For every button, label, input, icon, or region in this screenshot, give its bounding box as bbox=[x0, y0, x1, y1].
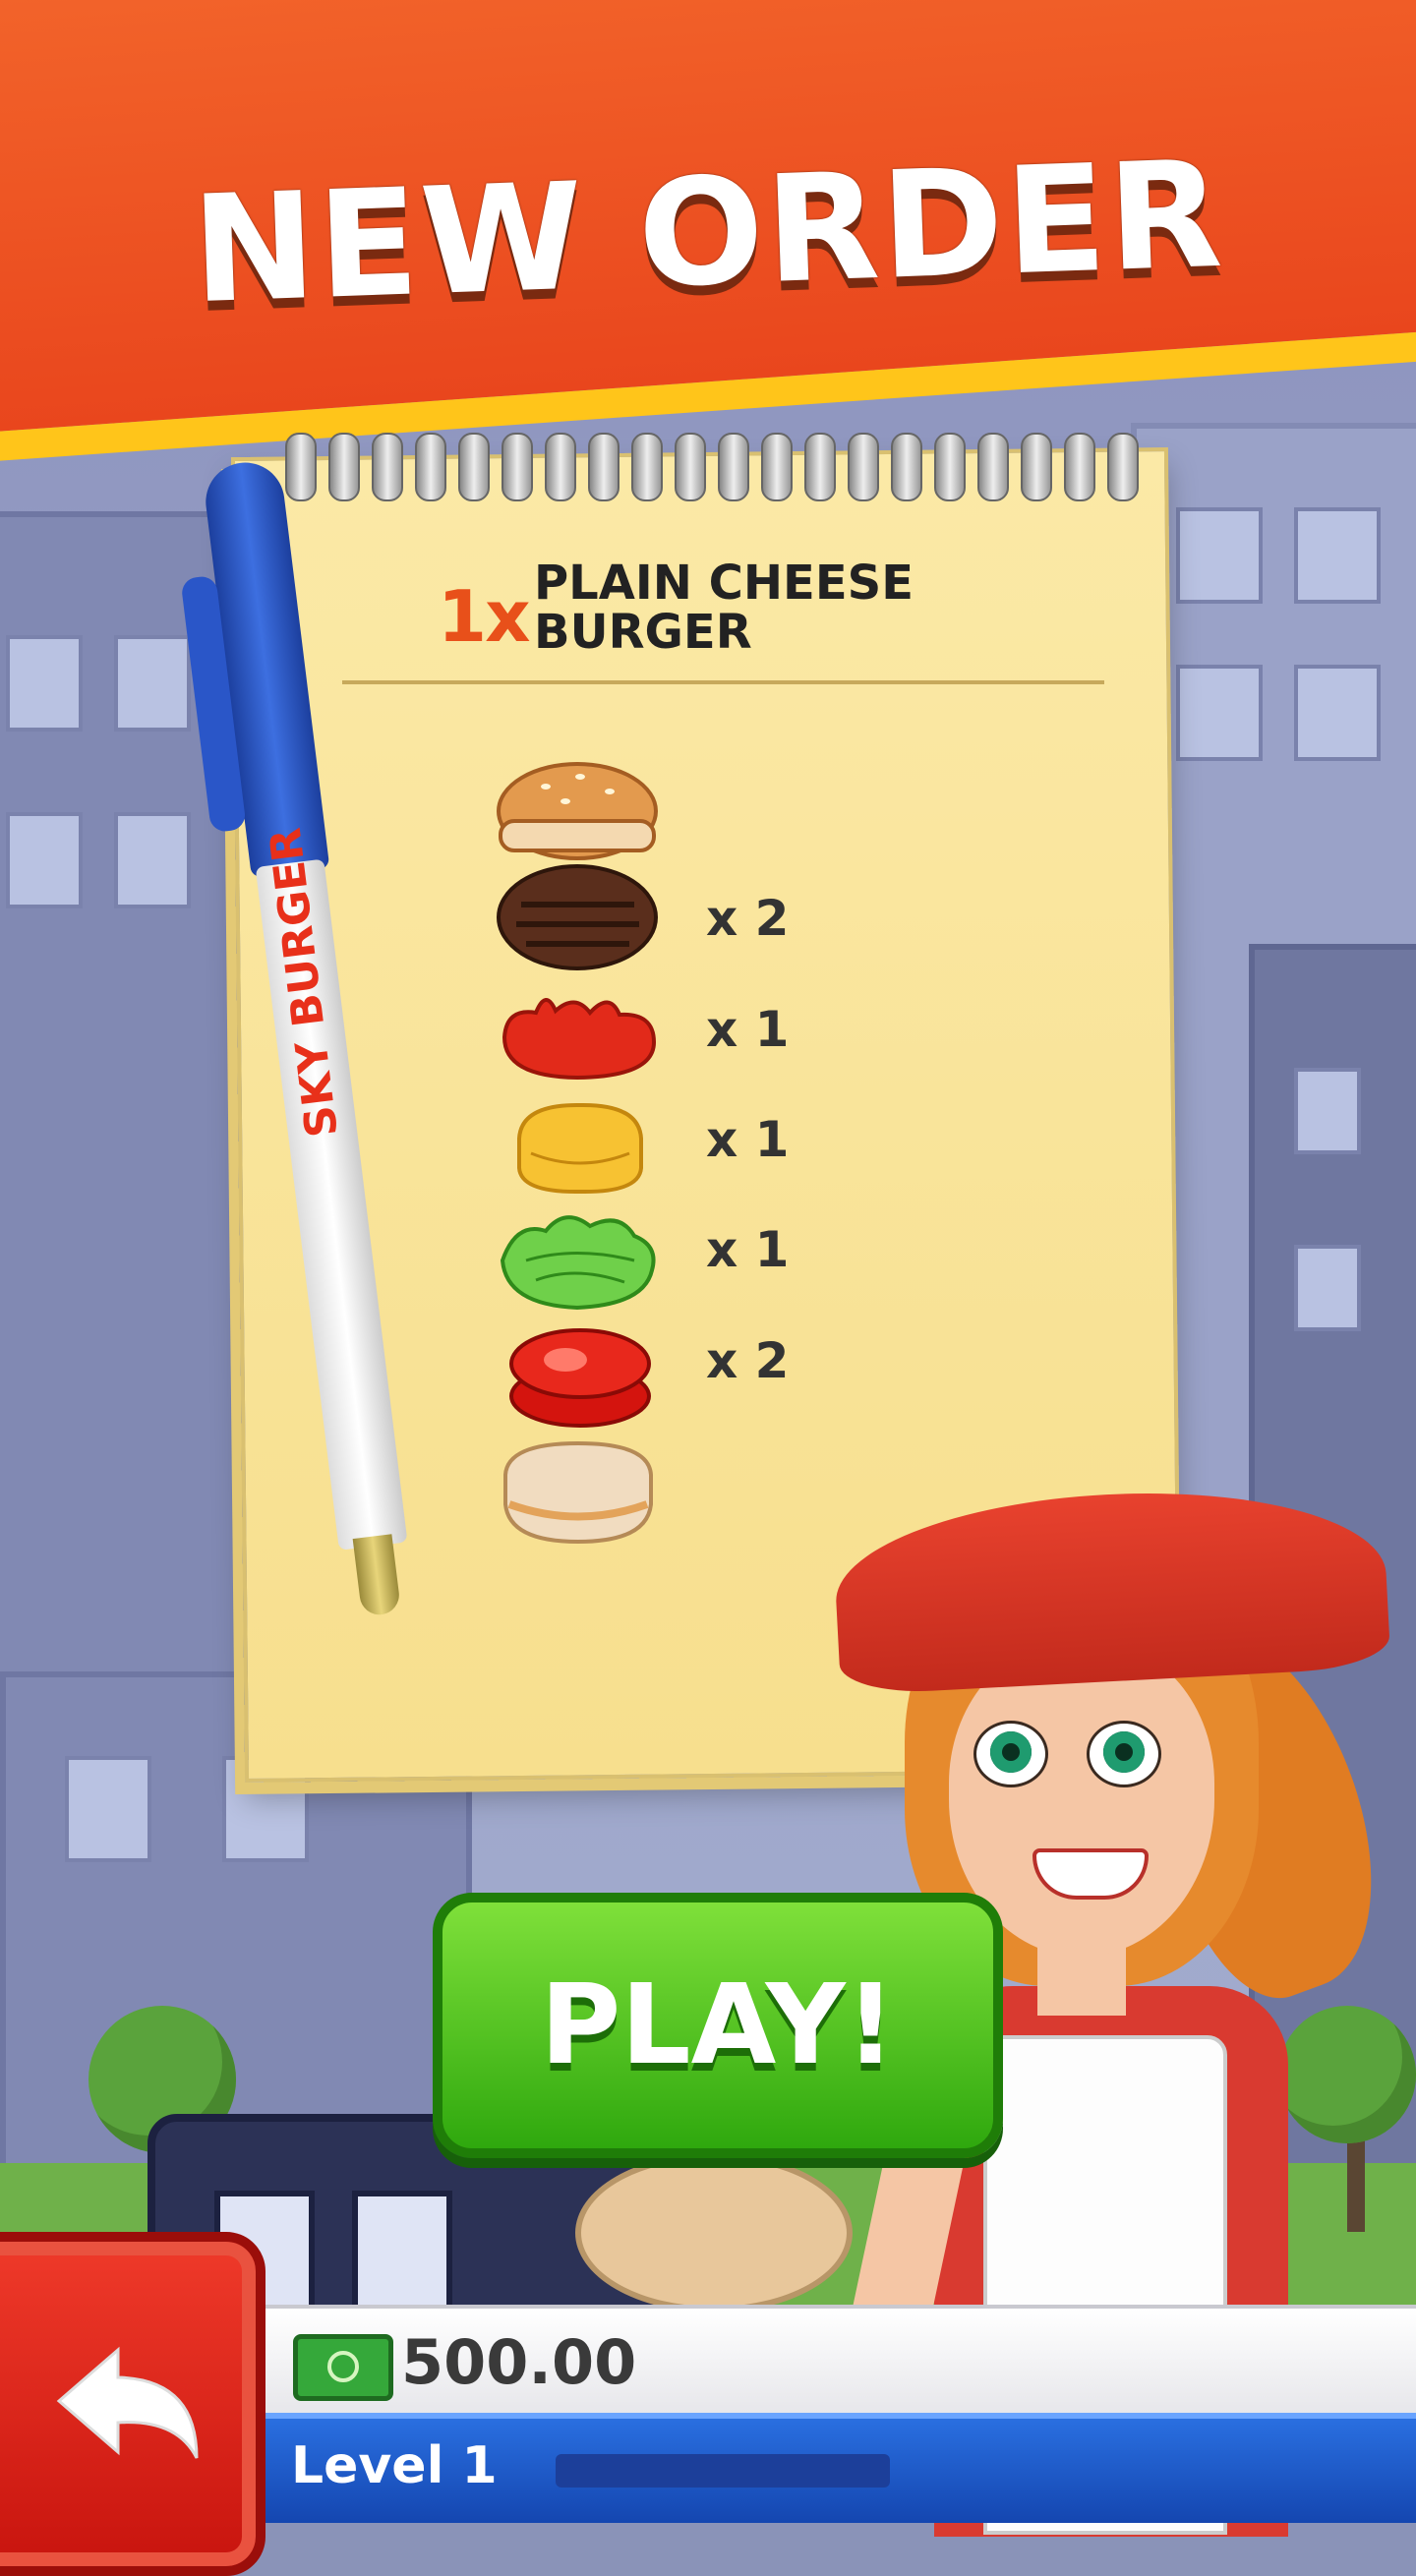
tomato-icon bbox=[509, 1328, 651, 1428]
ketchup-count: x 1 bbox=[706, 1001, 790, 1058]
play-button-label: PLAY! bbox=[540, 1961, 896, 2089]
level-row: Level 1 bbox=[246, 2413, 1416, 2523]
top-bun-icon bbox=[497, 762, 658, 860]
pen-brand: SKY BURGER bbox=[261, 825, 348, 1140]
level-label: Level 1 bbox=[291, 2436, 498, 2495]
level-progress-bar bbox=[556, 2454, 890, 2488]
notepad-rings bbox=[285, 433, 1150, 501]
order-item-name: PLAIN CHEESE BURGER bbox=[534, 556, 914, 660]
money-row: 500.00 bbox=[246, 2305, 1416, 2417]
divider bbox=[342, 680, 1104, 684]
bottom-bun-icon bbox=[503, 1440, 653, 1545]
lettuce-icon bbox=[500, 1215, 656, 1311]
status-bar: 500.00 Level 1 bbox=[246, 2305, 1416, 2523]
patty-count: x 2 bbox=[706, 890, 790, 947]
order-quantity: 1x bbox=[438, 575, 531, 658]
money-amount: 500.00 bbox=[401, 2326, 637, 2398]
ketchup-icon bbox=[502, 998, 657, 1081]
play-button[interactable]: PLAY! bbox=[433, 1893, 1003, 2158]
patty-icon bbox=[497, 864, 658, 970]
cash-icon bbox=[293, 2334, 393, 2401]
visor-hat bbox=[831, 1480, 1391, 1696]
cheese-icon bbox=[517, 1102, 643, 1195]
back-arrow-icon bbox=[49, 2340, 199, 2459]
bun-decoration bbox=[575, 2153, 853, 2313]
tomato-count: x 2 bbox=[706, 1332, 790, 1389]
back-button[interactable] bbox=[0, 2232, 266, 2576]
lettuce-count: x 1 bbox=[706, 1221, 790, 1278]
cheese-count: x 1 bbox=[706, 1111, 790, 1168]
